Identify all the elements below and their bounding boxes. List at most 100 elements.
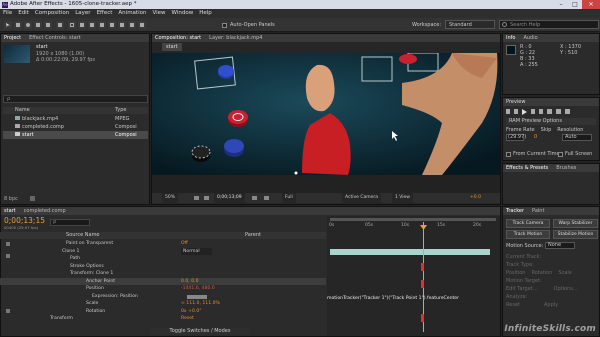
first-frame-icon[interactable] <box>506 109 510 114</box>
property-row[interactable]: Position -1441.6, 480.6 <box>0 285 326 293</box>
puppet-tool-icon[interactable] <box>138 21 146 29</box>
minimize-icon[interactable]: – <box>554 0 568 9</box>
eye-icon[interactable] <box>6 254 10 258</box>
project-search-input[interactable]: ρ <box>3 95 148 103</box>
timeline-timecode[interactable]: 0;00;13;15 <box>4 216 45 225</box>
property-value[interactable]: 0.0, 0.0 <box>181 278 199 286</box>
tab-audio[interactable]: Audio <box>523 34 537 42</box>
col-parent[interactable]: Parent <box>245 232 261 239</box>
preview-title[interactable]: Preview <box>503 98 599 106</box>
play-icon[interactable] <box>522 109 527 115</box>
roto-brush-tool-icon[interactable] <box>128 21 136 29</box>
menu-window[interactable]: Window <box>169 9 197 18</box>
zoom-tool-icon[interactable] <box>24 21 32 29</box>
keyframe-nav-icon[interactable] <box>6 309 10 313</box>
frame-rate-select[interactable]: (29.97) <box>506 134 526 141</box>
timeline-search-input[interactable]: ρ <box>50 219 90 226</box>
bit-depth-label[interactable]: 8 bpc <box>4 196 18 202</box>
channel-icon[interactable] <box>264 196 269 200</box>
stabilize-motion-button[interactable]: Stabilize Motion <box>553 230 598 239</box>
snapshot-icon[interactable] <box>252 196 257 200</box>
menu-help[interactable]: Help <box>196 9 215 18</box>
skip-value[interactable]: 0 <box>534 134 537 141</box>
tab-tracker[interactable]: Tracker <box>506 207 524 215</box>
maximize-icon[interactable]: □ <box>568 0 582 9</box>
property-value[interactable]: 0x +0.0° <box>181 308 202 316</box>
menu-view[interactable]: View <box>149 9 168 18</box>
tab-paint[interactable]: Paint <box>532 207 544 215</box>
property-value[interactable]: Off <box>181 240 188 248</box>
full-screen-checkbox[interactable] <box>558 152 563 157</box>
tab-info[interactable]: Info <box>506 34 515 42</box>
list-item[interactable]: blackjack.mp4 MPEG <box>3 115 148 123</box>
menu-composition[interactable]: Composition <box>32 9 72 18</box>
col-name[interactable]: Name <box>3 107 115 114</box>
expression-controls-icon[interactable] <box>187 294 207 299</box>
property-row[interactable]: Path <box>0 255 326 263</box>
audio-icon[interactable] <box>547 109 552 114</box>
rectangle-tool-icon[interactable] <box>68 21 76 29</box>
viewer-timecode[interactable]: 0;00;13;09 <box>214 193 245 203</box>
tab-effects-presets[interactable]: Effects & Presets <box>506 164 548 172</box>
property-row[interactable]: Transform Reset <box>0 315 326 323</box>
trash-icon[interactable] <box>30 196 35 201</box>
property-row[interactable]: Expression: Position <box>0 293 326 301</box>
clone-stamp-tool-icon[interactable] <box>108 21 116 29</box>
loop-icon[interactable] <box>556 109 561 114</box>
brush-tool-icon[interactable] <box>98 21 106 29</box>
tab-project[interactable]: Project <box>4 34 21 42</box>
camera-tool-icon[interactable] <box>44 21 52 29</box>
workspace-select[interactable]: Standard <box>445 20 495 29</box>
type-tool-icon[interactable] <box>88 21 96 29</box>
from-current-time-checkbox[interactable] <box>506 152 511 157</box>
tab-timeline-start[interactable]: start <box>4 207 16 215</box>
menu-animation[interactable]: Animation <box>115 9 149 18</box>
previous-frame-icon[interactable] <box>514 109 518 114</box>
pan-behind-tool-icon[interactable] <box>56 21 64 29</box>
timeline-graph[interactable] <box>327 216 500 336</box>
tab-layer[interactable]: Layer: blackjack.mp4 <box>209 34 262 42</box>
tab-effect-controls[interactable]: Effect Controls: start <box>29 34 81 42</box>
property-row[interactable]: Paint on Transparent Off <box>0 240 326 248</box>
resolution-select[interactable]: Full <box>282 193 296 203</box>
property-value[interactable]: Reset <box>181 315 194 323</box>
property-value[interactable]: ∞ 111.0, 111.0% <box>181 300 220 308</box>
track-motion-button[interactable]: Track Motion <box>506 230 550 239</box>
menu-file[interactable]: File <box>0 9 15 18</box>
tab-composition[interactable]: Composition: start <box>155 34 201 42</box>
camera-select[interactable]: Active Camera <box>342 193 382 203</box>
menu-effect[interactable]: Effect <box>94 9 116 18</box>
property-row[interactable]: Anchor Point 0.0, 0.0 <box>0 277 326 286</box>
work-area-bar[interactable] <box>330 218 496 221</box>
layer-duration-bar[interactable] <box>330 249 490 255</box>
property-value[interactable]: -1441.6, 480.6 <box>181 285 215 293</box>
ram-preview-options[interactable]: RAM Preview Options <box>506 118 596 125</box>
hand-tool-icon[interactable] <box>14 21 22 29</box>
property-row[interactable]: Clone 1 Normal <box>0 247 326 255</box>
property-row[interactable]: Transform: Clone 1 <box>0 270 326 278</box>
last-frame-icon[interactable] <box>539 109 543 114</box>
close-icon[interactable]: ✕ <box>582 0 600 9</box>
grid-icon[interactable] <box>194 196 199 200</box>
keyframe-marker[interactable] <box>421 314 424 322</box>
composition-viewer[interactable] <box>152 53 500 175</box>
col-source-name[interactable]: Source Name <box>66 232 100 239</box>
list-item-selected[interactable]: start Composi <box>3 131 148 139</box>
keyframe-marker[interactable] <box>421 263 424 271</box>
views-select[interactable]: 1 View <box>392 193 413 203</box>
next-frame-icon[interactable] <box>531 109 535 114</box>
blend-mode-select[interactable]: Normal <box>181 247 212 255</box>
track-camera-button[interactable]: Track Camera <box>506 219 550 228</box>
pen-tool-icon[interactable] <box>78 21 86 29</box>
tab-brushes[interactable]: Brushes <box>556 164 576 172</box>
warp-stabilizer-button[interactable]: Warp Stabilizer <box>553 219 598 228</box>
motion-source-select[interactable]: None <box>545 242 575 249</box>
keyframe-marker[interactable] <box>421 280 424 288</box>
menu-edit[interactable]: Edit <box>15 9 32 18</box>
breadcrumb[interactable]: start <box>162 43 182 51</box>
property-row[interactable]: Stroke Options <box>0 263 326 271</box>
ram-preview-icon[interactable] <box>565 109 570 114</box>
mask-icon[interactable] <box>204 196 209 200</box>
property-row[interactable]: Scale ∞ 111.0, 111.0% <box>0 300 326 308</box>
expression-field[interactable]: motionTracker("Tracker 1")("Track Point … <box>327 295 500 303</box>
